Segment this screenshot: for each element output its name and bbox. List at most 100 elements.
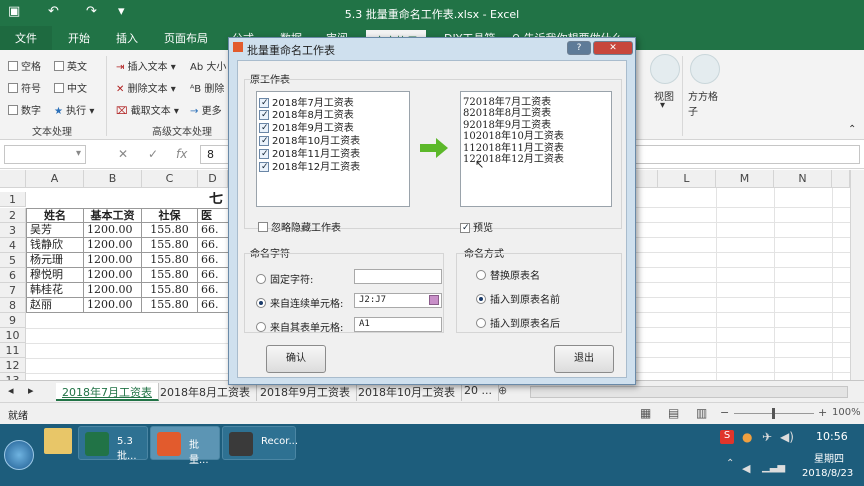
table-cell[interactable]: 韩桂花 (26, 283, 84, 298)
from-other-input[interactable]: A1 (354, 317, 442, 332)
taskbar-recorder[interactable]: Recor... (222, 426, 298, 460)
col-header-l[interactable]: L (658, 170, 716, 188)
zoom-in-icon[interactable]: + (818, 406, 827, 419)
mode-replace-radio[interactable]: 替换原表名 (476, 267, 540, 282)
cb-english[interactable]: 英文 (54, 58, 87, 73)
function-icon[interactable]: fx (176, 147, 187, 161)
table-cell[interactable]: 155.80 (142, 253, 198, 268)
start-button[interactable] (4, 440, 34, 470)
row-header[interactable]: 11 (0, 343, 26, 358)
sogou-icon[interactable]: S (720, 430, 734, 444)
page-break-icon[interactable]: ▥ (696, 406, 707, 420)
row-header[interactable]: 2 (0, 208, 26, 223)
col-header-b[interactable]: B (84, 170, 142, 188)
ab-delete-button[interactable]: ᴬB 删除 (190, 80, 224, 95)
col-header-d[interactable]: D (198, 170, 228, 188)
tab-insert[interactable]: 插入 (116, 30, 138, 46)
sheet-tab-jul[interactable]: 2018年7月工资表 (56, 383, 159, 401)
row-header[interactable]: 9 (0, 313, 26, 328)
row-header[interactable]: 6 (0, 268, 26, 283)
cb-space[interactable]: 空格 (8, 58, 41, 73)
normal-view-icon[interactable]: ▦ (640, 406, 651, 420)
tab-home[interactable]: 开始 (68, 30, 90, 46)
table-cell[interactable]: 杨元珊 (26, 253, 84, 268)
table-cell[interactable]: 155.80 (142, 268, 198, 283)
more-button[interactable]: → 更多 (190, 102, 222, 117)
volume-icon[interactable]: ◀) (780, 430, 794, 444)
fixed-chars-input[interactable] (354, 269, 442, 284)
header-cell[interactable]: 医 (198, 208, 228, 223)
taskbar-excel[interactable]: 5.3 批... (78, 426, 148, 462)
from-cells-radio[interactable]: 来自连续单元格: (256, 295, 343, 310)
cancel-icon[interactable]: ✕ (118, 147, 128, 161)
header-cell[interactable]: 社保 (142, 208, 198, 223)
sheet-tab-aug[interactable]: 2018年8月工资表 (154, 383, 257, 401)
row-header[interactable]: 3 (0, 223, 26, 238)
table-cell[interactable]: 155.80 (142, 283, 198, 298)
page-layout-icon[interactable]: ▤ (668, 406, 679, 420)
col-header-c[interactable]: C (142, 170, 198, 188)
zoom-level[interactable]: 100% (832, 407, 861, 418)
table-cell[interactable]: 1200.00 (84, 268, 142, 283)
table-cell[interactable]: 1200.00 (84, 298, 142, 313)
table-cell[interactable]: 66. (198, 223, 228, 238)
extract-text-button[interactable]: ⌧ 截取文本 ▾ (116, 102, 179, 117)
ffgz-icon[interactable] (690, 54, 720, 84)
table-cell[interactable]: 66. (198, 268, 228, 283)
tray-app-icon[interactable]: ● (742, 430, 752, 444)
tab-file[interactable]: 文件 (0, 26, 52, 50)
table-cell[interactable]: 赵丽 (26, 298, 84, 313)
preview-checkbox[interactable]: 预览 (460, 219, 493, 234)
mode-after-radio[interactable]: 插入到原表名后 (476, 315, 560, 330)
col-header-a[interactable]: A (26, 170, 84, 188)
next-sheet-icon[interactable]: ▸ (22, 383, 40, 401)
collapse-ribbon-icon[interactable]: ⌃ (848, 124, 856, 135)
sheet-tab-oct[interactable]: 2018年10月工资表 (352, 383, 462, 401)
explorer-icon[interactable] (44, 428, 72, 454)
row-header[interactable]: 7 (0, 283, 26, 298)
table-cell[interactable]: 155.80 (142, 238, 198, 253)
row-header[interactable]: 10 (0, 328, 26, 343)
row-header[interactable]: 5 (0, 253, 26, 268)
view-icon[interactable] (650, 54, 680, 84)
table-cell[interactable]: 66. (198, 298, 228, 313)
from-other-radio[interactable]: 来自其表单元格: (256, 319, 343, 334)
delete-text-button[interactable]: ✕ 删除文本 ▾ (116, 80, 176, 95)
ok-button[interactable]: 确认 (266, 345, 326, 373)
row-header[interactable]: 4 (0, 238, 26, 253)
taskbar-rename[interactable]: 批量... (150, 426, 220, 466)
clock-time[interactable]: 10:56 (816, 430, 848, 443)
execute-button[interactable]: ★ 执行 ▾ (54, 102, 94, 117)
row-header[interactable]: 12 (0, 358, 26, 373)
fixed-chars-radio[interactable]: 固定字符: (256, 271, 313, 286)
table-cell[interactable]: 1200.00 (84, 223, 142, 238)
list-item[interactable]: 2018年12月工资表 (259, 158, 360, 173)
table-cell[interactable]: 穆悦明 (26, 268, 84, 283)
table-cell[interactable]: 钱静欣 (26, 238, 84, 253)
cb-chinese[interactable]: 中文 (54, 80, 87, 95)
horizontal-scrollbar[interactable] (530, 386, 848, 398)
tray-arrow-icon[interactable]: ✈ (762, 430, 772, 444)
table-cell[interactable]: 66. (198, 238, 228, 253)
sheet-tab-sep[interactable]: 2018年9月工资表 (254, 383, 357, 401)
range-select-icon[interactable] (429, 295, 439, 305)
header-cell[interactable]: 姓名 (26, 208, 84, 223)
original-sheets-list[interactable]: 2018年7月工资表 2018年8月工资表 2018年9月工资表 2018年10… (256, 91, 410, 207)
network-icon[interactable]: ▁▃▅ (762, 462, 785, 473)
zoom-out-icon[interactable]: − (720, 406, 729, 419)
close-button[interactable]: ✕ (593, 41, 633, 55)
tray-expand-icon[interactable]: ⌃ (726, 458, 734, 469)
exit-button[interactable]: 退出 (554, 345, 614, 373)
table-cell[interactable]: 66. (198, 253, 228, 268)
col-header-n[interactable]: N (774, 170, 832, 188)
table-cell[interactable]: 1200.00 (84, 283, 142, 298)
row-header[interactable]: 8 (0, 298, 26, 313)
prev-sheet-icon[interactable]: ◂ (2, 383, 20, 401)
vertical-scrollbar[interactable] (850, 170, 864, 384)
table-cell[interactable]: 155.80 (142, 223, 198, 238)
header-cell[interactable]: 基本工资 (84, 208, 142, 223)
from-cells-input[interactable]: J2:J7 (354, 293, 442, 308)
name-box[interactable]: ▾ (4, 145, 86, 164)
select-all[interactable] (0, 170, 26, 188)
tab-page-layout[interactable]: 页面布局 (164, 30, 208, 46)
